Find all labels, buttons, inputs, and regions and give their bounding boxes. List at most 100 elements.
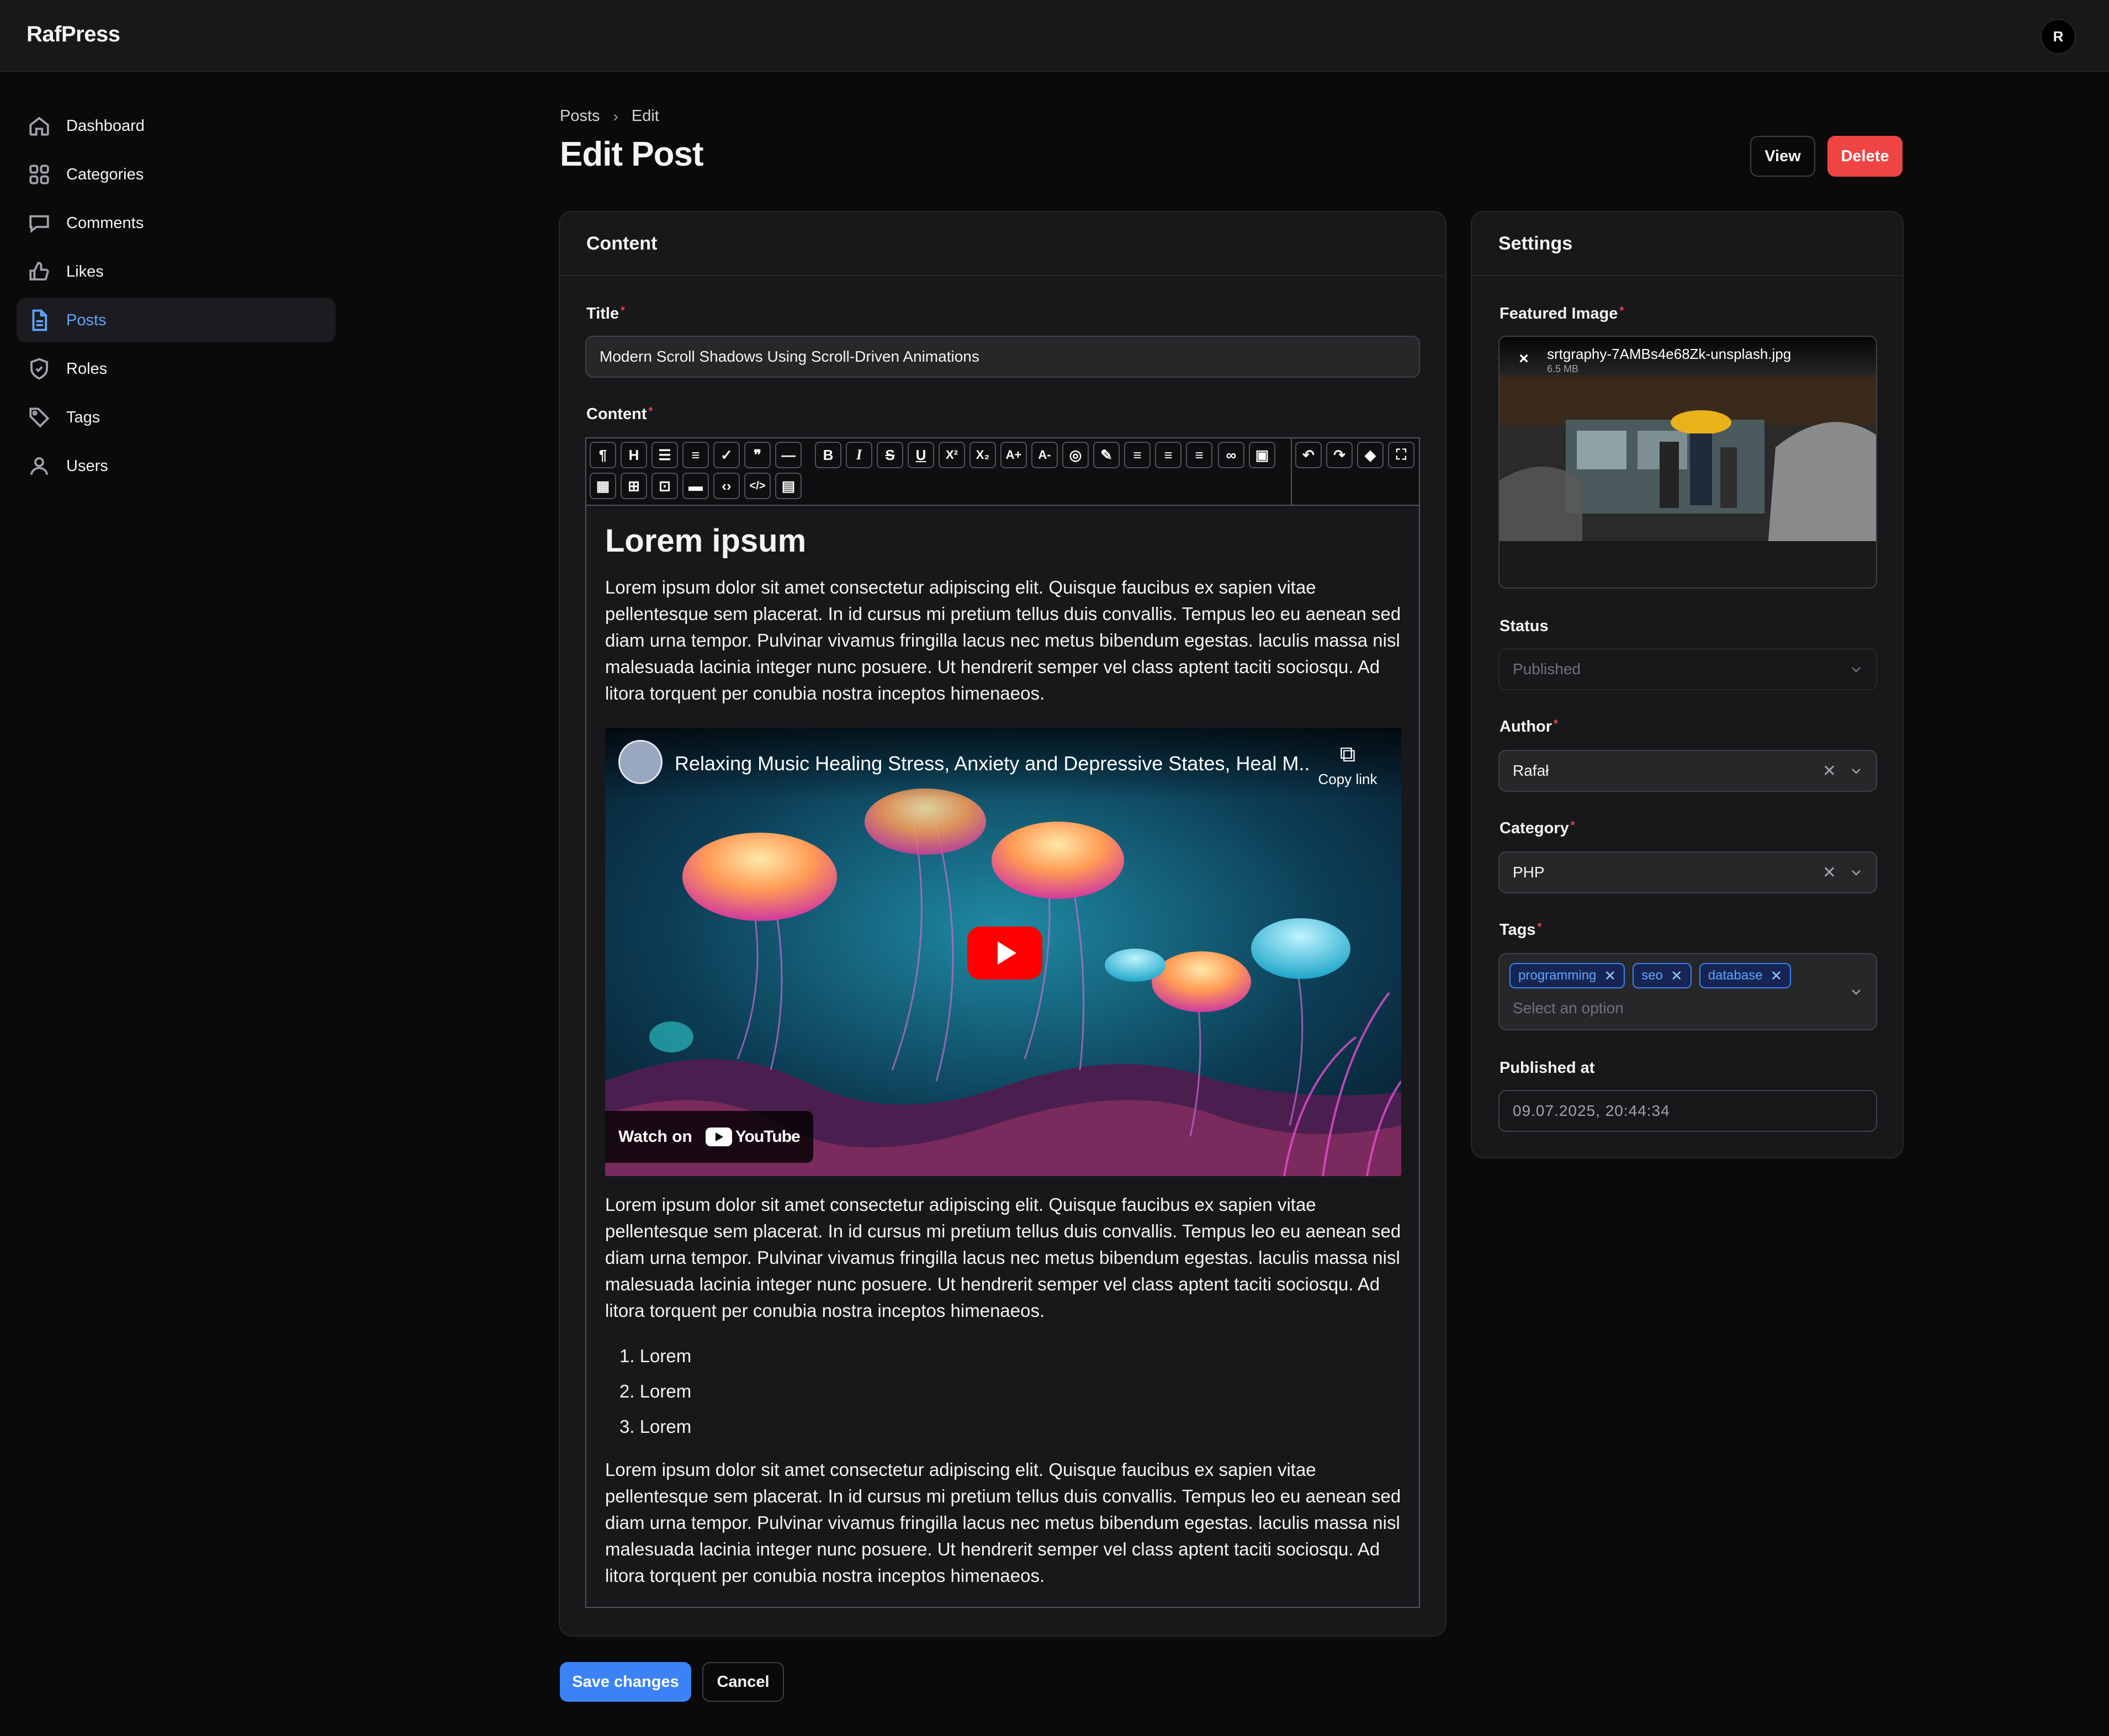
sidebar-item-label: Roles bbox=[66, 359, 108, 378]
chevron-down-icon bbox=[1852, 667, 1861, 673]
sidebar-item-categories[interactable]: Categories bbox=[17, 152, 336, 197]
tag-chip[interactable]: seo ✕ bbox=[1633, 963, 1692, 988]
font-size-decrease-icon[interactable]: A- bbox=[1031, 442, 1058, 468]
video-title[interactable]: Relaxing Music Healing Stress, Anxiety a… bbox=[675, 752, 1310, 775]
tag-chip[interactable]: programming ✕ bbox=[1509, 963, 1625, 988]
app-logo[interactable]: RafPress bbox=[27, 22, 120, 47]
featured-image-label: Featured Image * bbox=[1499, 305, 1624, 322]
copy-icon: ⧉ bbox=[1339, 742, 1356, 766]
align-right-icon[interactable]: ≡ bbox=[1186, 442, 1212, 468]
remove-tag-icon[interactable]: ✕ bbox=[1770, 967, 1782, 985]
superscript-icon[interactable]: X² bbox=[939, 442, 965, 468]
top-bar: RafPress R bbox=[0, 0, 2109, 72]
underline-icon[interactable]: U bbox=[908, 442, 934, 468]
align-center-icon[interactable]: ≡ bbox=[1155, 442, 1181, 468]
play-button[interactable] bbox=[967, 927, 1042, 980]
remove-tag-icon[interactable]: ✕ bbox=[1671, 967, 1683, 985]
sidebar-item-label: Tags bbox=[66, 408, 100, 426]
chevron-right-icon: › bbox=[613, 107, 618, 125]
category-select[interactable]: PHP ✕ bbox=[1498, 851, 1877, 893]
redo-icon[interactable]: ↷ bbox=[1326, 442, 1353, 468]
chevron-down-icon bbox=[1852, 769, 1861, 774]
youtube-embed[interactable]: Relaxing Music Healing Stress, Anxiety a… bbox=[605, 728, 1401, 1176]
heading-icon[interactable]: H bbox=[621, 442, 647, 468]
video-icon[interactable]: ▦ bbox=[590, 473, 616, 499]
sidebar-item-label: Posts bbox=[66, 311, 107, 329]
category-value: PHP bbox=[1513, 864, 1545, 881]
tags-select[interactable]: programming ✕ seo ✕ database ✕ Select an op… bbox=[1498, 953, 1877, 1030]
tag-chip[interactable]: database ✕ bbox=[1699, 963, 1792, 988]
paragraph-icon[interactable]: ¶ bbox=[590, 442, 616, 468]
breadcrumb-edit: Edit bbox=[631, 107, 659, 125]
sidebar-item-posts[interactable]: Posts bbox=[17, 298, 336, 342]
horizontal-rule-icon[interactable]: — bbox=[775, 442, 802, 468]
image-filename: srtgraphy-7AMBs4e68Zk-unsplash.jpg bbox=[1547, 346, 1792, 362]
bullet-list-icon[interactable]: ☰ bbox=[651, 442, 678, 468]
align-left-icon[interactable]: ≡ bbox=[1124, 442, 1151, 468]
author-label: Author * bbox=[1499, 718, 1558, 735]
editor-content[interactable]: Lorem ipsum Lorem ipsum dolor sit amet c… bbox=[585, 505, 1420, 1608]
sidebar-item-likes[interactable]: Likes bbox=[17, 250, 336, 294]
thumb-up-icon bbox=[29, 262, 49, 280]
breadcrumb: Posts › Edit bbox=[560, 107, 659, 125]
user-avatar[interactable]: R bbox=[2041, 19, 2076, 54]
sidebar-item-dashboard[interactable]: Dashboard bbox=[17, 104, 336, 148]
link-icon[interactable]: ∞ bbox=[1218, 442, 1244, 468]
remove-tag-icon[interactable]: ✕ bbox=[1604, 967, 1616, 985]
grid-layout-icon[interactable]: ⊡ bbox=[651, 473, 678, 499]
settings-card-title: Settings bbox=[1472, 212, 1903, 276]
tags-label: Tags * bbox=[1499, 921, 1542, 939]
sidebar-item-users[interactable]: Users bbox=[17, 444, 336, 488]
status-select[interactable]: Published bbox=[1498, 648, 1877, 690]
list-item: 2. Lorem bbox=[619, 1381, 692, 1401]
highlight-icon[interactable]: ✎ bbox=[1093, 442, 1120, 468]
font-size-increase-icon[interactable]: A+ bbox=[1000, 442, 1027, 468]
editor-paragraph-2: Lorem ipsum dolor sit amet consectetur a… bbox=[605, 1194, 1401, 1321]
watch-on-youtube[interactable]: Watch on YouTube bbox=[605, 1111, 813, 1163]
fullscreen-icon[interactable]: ⛶ bbox=[1388, 442, 1414, 468]
sidebar-item-roles[interactable]: Roles bbox=[17, 347, 336, 391]
details-block-icon[interactable]: ▬ bbox=[682, 473, 709, 499]
editor-paragraph-3: Lorem ipsum dolor sit amet consectetur a… bbox=[605, 1459, 1401, 1586]
blockquote-icon[interactable]: ❞ bbox=[744, 442, 771, 468]
eraser-icon[interactable]: ◆ bbox=[1357, 442, 1384, 468]
sidebar-item-tags[interactable]: Tags bbox=[17, 395, 336, 440]
code-icon[interactable]: ‹› bbox=[713, 473, 740, 499]
italic-icon[interactable]: I bbox=[846, 442, 872, 468]
copy-link-button[interactable]: ⧉ Copy link bbox=[1312, 742, 1384, 788]
sidebar-item-label: Likes bbox=[66, 262, 104, 280]
tags-placeholder[interactable]: Select an option bbox=[1513, 999, 1624, 1017]
clear-category-icon[interactable]: ✕ bbox=[1822, 863, 1836, 882]
breadcrumb-posts[interactable]: Posts bbox=[560, 107, 600, 125]
undo-icon[interactable]: ↶ bbox=[1295, 442, 1322, 468]
channel-avatar[interactable] bbox=[618, 740, 663, 784]
clear-author-icon[interactable]: ✕ bbox=[1822, 761, 1836, 781]
tag-list: programming ✕ seo ✕ database ✕ bbox=[1509, 963, 1799, 988]
content-card-title: Content bbox=[560, 212, 1445, 276]
remove-image-icon[interactable]: × bbox=[1514, 349, 1534, 369]
strikethrough-icon[interactable]: S bbox=[877, 442, 903, 468]
checklist-icon[interactable]: ✓ bbox=[713, 442, 740, 468]
sidebar-item-comments[interactable]: Comments bbox=[17, 201, 336, 245]
view-button[interactable]: View bbox=[1750, 136, 1815, 177]
sidebar-item-label: Categories bbox=[66, 165, 144, 183]
bold-icon[interactable]: B bbox=[815, 442, 841, 468]
cancel-button[interactable]: Cancel bbox=[702, 1662, 784, 1702]
save-button[interactable]: Save changes bbox=[560, 1662, 691, 1702]
author-select[interactable]: Rafał ✕ bbox=[1498, 750, 1877, 792]
delete-button[interactable]: Delete bbox=[1827, 136, 1903, 177]
image-icon[interactable]: ▣ bbox=[1249, 442, 1275, 468]
published-at-input[interactable]: 09.07.2025, 20:44:34 bbox=[1498, 1090, 1877, 1132]
editor-heading: Lorem ipsum bbox=[605, 523, 807, 559]
featured-image-upload[interactable]: × srtgraphy-7AMBs4e68Zk-unsplash.jpg 6.5… bbox=[1498, 336, 1877, 589]
color-palette-icon[interactable]: ◎ bbox=[1062, 442, 1089, 468]
table-icon[interactable]: ⊞ bbox=[621, 473, 647, 499]
list-item: 3. Lorem bbox=[619, 1416, 692, 1437]
title-input[interactable]: Modern Scroll Shadows Using Scroll-Drive… bbox=[585, 336, 1420, 378]
tag-icon bbox=[29, 407, 50, 428]
ordered-list-icon[interactable]: ≡ bbox=[682, 442, 709, 468]
source-file-icon[interactable]: ▤ bbox=[775, 473, 802, 499]
subscript-icon[interactable]: X₂ bbox=[969, 442, 996, 468]
youtube-wordmark: YouTube bbox=[735, 1128, 801, 1146]
code-block-icon[interactable]: </> bbox=[744, 473, 771, 499]
